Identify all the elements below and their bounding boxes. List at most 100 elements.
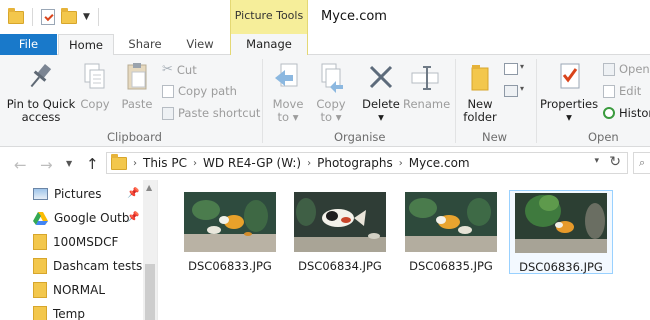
pictures-icon [33,188,48,200]
image-thumbnail [294,192,386,252]
new-folder-icon [471,65,489,91]
open-label: Open [619,62,650,76]
file-list: DSC06833.JPG DSC06834.JPG DSC06835.JPG D… [158,180,650,320]
file-item[interactable]: DSC06835.JPG [399,190,503,274]
nav-item-dashcam-tests[interactable]: Dashcam tests [33,256,142,276]
folder-icon [33,258,47,274]
search-icon: ⌕ [639,156,646,169]
nav-item-label: 100MSDCF [53,235,119,249]
copy-icon [84,63,105,89]
history-icon [603,107,615,119]
chevron-right-icon[interactable]: › [133,158,137,169]
folder-icon [111,153,127,170]
back-arrow-icon[interactable]: ← [14,156,27,174]
tab-file[interactable]: File [0,34,57,55]
cut-button[interactable]: ✂ Cut [162,62,197,77]
ribbon-tab-row: File Home Share View Manage [0,34,650,56]
file-item[interactable]: DSC06834.JPG [288,190,392,274]
edit-button[interactable]: Edit [603,84,641,98]
toolbar-separator [32,8,33,26]
copy-to-label-line2: to ▾ [320,110,342,124]
recent-locations-dropdown-icon[interactable]: ▼ [66,159,72,168]
new-folder-icon[interactable] [61,7,77,24]
folder-icon [33,306,47,320]
nav-item-100msdcf[interactable]: 100MSDCF [33,232,118,252]
nav-item-label: Google Outb [54,211,130,225]
rename-button[interactable]: Rename [403,61,450,111]
chevron-right-icon[interactable]: › [193,158,197,169]
breadcrumb-drive[interactable]: WD RE4-GP (W:) [203,156,301,170]
properties-icon [560,63,580,89]
breadcrumb-photographs[interactable]: Photographs [317,156,393,170]
copy-to-icon [321,63,343,93]
group-separator [455,59,456,143]
properties-button[interactable]: Properties ▾ [540,61,598,124]
scroll-up-icon[interactable]: ▲ [146,183,152,192]
history-label: Histor [619,106,650,120]
nav-item-temp[interactable]: Temp [33,304,85,320]
nav-item-label: NORMAL [53,283,106,297]
folder-icon[interactable] [8,7,24,24]
open-button[interactable]: Open [603,62,650,76]
scrollbar-thumb[interactable] [145,264,155,320]
file-item[interactable]: DSC06833.JPG [178,190,282,274]
copy-path-button[interactable]: Copy path [162,84,237,98]
forward-arrow-icon[interactable]: → [40,156,53,174]
organise-group-label: Organise [334,130,386,144]
paste-shortcut-label: Paste shortcut [178,106,261,120]
tab-view[interactable]: View [176,34,224,55]
easy-access-dropdown-icon[interactable]: ▾ [520,84,524,93]
chevron-right-icon[interactable]: › [399,158,403,169]
address-dropdown-icon[interactable]: ▾ [594,156,599,166]
navigation-pane-scrollbar[interactable]: ▲ [143,180,157,320]
easy-access-icon[interactable] [504,85,518,97]
up-arrow-icon[interactable]: ↑ [86,155,99,173]
copy-to-button[interactable]: Copy to ▾ [312,61,350,124]
nav-item-google-drive[interactable]: Google Outb [33,208,130,228]
new-folder-button[interactable]: New folder [460,61,500,124]
tab-home[interactable]: Home [58,34,114,56]
scissors-icon: ✂ [162,62,173,77]
chevron-right-icon[interactable]: › [307,158,311,169]
history-button[interactable]: Histor [603,106,650,120]
delete-button[interactable]: Delete ▾ [360,61,402,124]
new-item-icon[interactable] [504,63,518,75]
image-thumbnail [405,192,497,252]
breadcrumb-myce[interactable]: Myce.com [409,156,470,170]
pin-icon[interactable]: 📌 [127,188,139,199]
nav-item-normal[interactable]: NORMAL [33,280,105,300]
new-folder-label-line2: folder [463,110,497,124]
quick-access-toolbar: ▼ [8,7,101,26]
search-input[interactable]: ⌕ [633,152,650,174]
copy-button[interactable]: Copy [78,61,112,111]
paste-button[interactable]: Paste [118,61,156,111]
new-group-label: New [482,130,508,144]
paste-shortcut-button[interactable]: Paste shortcut [162,106,260,120]
pin-to-quick-access-button[interactable]: Pin to Quick access [6,61,76,124]
tab-share[interactable]: Share [122,34,168,55]
delete-icon [369,65,393,89]
address-bar[interactable]: › This PC › WD RE4-GP (W:) › Photographs… [106,152,628,174]
nav-item-pictures[interactable]: Pictures [33,184,102,204]
customize-toolbar-dropdown-icon[interactable]: ▼ [83,12,90,22]
breadcrumb-this-pc[interactable]: This PC [143,156,187,170]
move-to-button[interactable]: Move to ▾ [268,61,308,124]
file-name: DSC06834.JPG [298,259,382,273]
navigation-bar: ← → ▼ ↑ › This PC › WD RE4-GP (W:) › Pho… [0,147,650,180]
refresh-icon[interactable]: ↻ [609,154,621,170]
pin-icon[interactable]: 📌 [127,212,139,223]
image-thumbnail [515,193,607,253]
file-name: DSC06833.JPG [188,259,272,273]
properties-icon[interactable] [41,9,55,25]
new-item-dropdown-icon[interactable]: ▾ [520,62,524,71]
navigation-pane: Pictures 📌 Google Outb 📌 100MSDCF Dashca… [0,180,157,320]
paste-icon [127,63,147,90]
edit-label: Edit [619,84,642,98]
open-icon [603,62,615,76]
file-item-selected[interactable]: DSC06836.JPG [509,190,613,274]
move-to-icon [275,63,298,87]
edit-icon [603,84,615,98]
nav-item-label: Dashcam tests [53,259,143,273]
tab-manage[interactable]: Manage [230,34,308,55]
cut-label: Cut [176,62,197,77]
